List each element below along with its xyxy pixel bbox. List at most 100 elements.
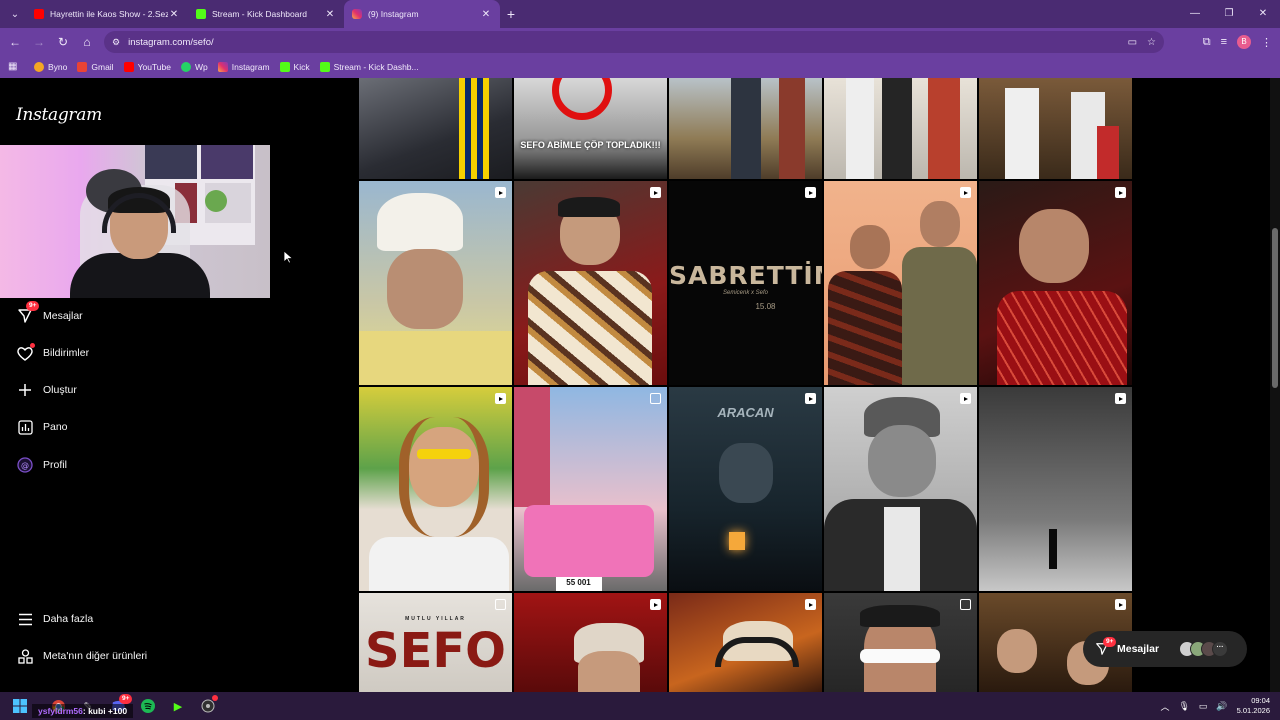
- sidebar-item-label: Oluştur: [43, 384, 77, 396]
- apps-grid-icon[interactable]: ▦: [8, 61, 20, 73]
- clock-date: 5.01.2026: [1236, 706, 1270, 715]
- microphone-icon[interactable]: 🎙: [1178, 701, 1189, 712]
- obs-icon[interactable]: [196, 694, 220, 718]
- new-tab-button[interactable]: +: [500, 6, 522, 22]
- tab-instagram[interactable]: (9) Instagram ✕: [344, 0, 500, 28]
- volume-icon[interactable]: 🔊: [1216, 701, 1227, 712]
- back-icon[interactable]: ←: [3, 35, 27, 49]
- bookmark-wp[interactable]: Wp: [180, 62, 208, 72]
- instagram-logo[interactable]: Instagram: [16, 105, 102, 125]
- bookmark-instagram[interactable]: Instagram: [217, 62, 270, 72]
- post-tile[interactable]: [979, 78, 1132, 179]
- recording-dot: [212, 695, 218, 701]
- bookmark-kick-dashboard[interactable]: Stream - Kick Dashb...: [319, 62, 419, 72]
- sidebar-item-olustur[interactable]: Oluştur: [16, 379, 77, 401]
- scrollbar-thumb[interactable]: [1272, 228, 1278, 388]
- bookmark-label: YouTube: [137, 62, 171, 72]
- post-tile[interactable]: [824, 387, 977, 591]
- tab-search-button[interactable]: ⌄: [4, 3, 26, 25]
- sidebar-item-pano[interactable]: Pano: [16, 416, 68, 438]
- clock[interactable]: 09:04 5.01.2026: [1237, 696, 1270, 716]
- carousel-icon: [960, 599, 971, 610]
- spotify-icon[interactable]: [136, 694, 160, 718]
- sefo-title: SEFO: [365, 623, 506, 679]
- webcam-overlay: [0, 145, 270, 298]
- tab-title: (9) Instagram: [368, 9, 419, 19]
- stream-chat-overlay: ysfyldrm56: kubi +100: [32, 704, 134, 718]
- meta-products-icon: [16, 647, 34, 665]
- reload-icon[interactable]: ↻: [51, 35, 75, 49]
- media-control-icon[interactable]: ≡: [1221, 36, 1227, 48]
- close-window-icon[interactable]: ✕: [1246, 0, 1280, 28]
- kick-studio-icon[interactable]: ▶: [166, 694, 190, 718]
- discord-badge: 9+: [119, 694, 133, 704]
- whatsapp-icon: [180, 62, 191, 72]
- restore-icon[interactable]: ❐: [1212, 0, 1246, 28]
- reel-icon: [650, 187, 661, 198]
- minimize-icon[interactable]: —: [1178, 0, 1212, 28]
- post-tile[interactable]: [359, 387, 512, 591]
- tab-kick[interactable]: Stream - Kick Dashboard ✕: [188, 0, 344, 28]
- post-tile[interactable]: [669, 593, 822, 692]
- bookmark-kick[interactable]: Kick: [279, 62, 310, 72]
- post-tile[interactable]: SABRETTİM Semicenk x Sefo 15.08: [669, 181, 822, 385]
- post-tile[interactable]: SEFO ABİMLE ÇÖP TOPLADIK!!!: [514, 78, 667, 179]
- dashboard-icon: [16, 418, 34, 436]
- display-icon[interactable]: ▭: [1199, 701, 1208, 712]
- sidebar-item-meta-products[interactable]: Meta'nın diğer ürünleri: [16, 645, 147, 667]
- post-tile[interactable]: MUTLU YILLAR SEFO: [359, 593, 512, 692]
- messages-badge: 9+: [1103, 637, 1117, 647]
- post-tile[interactable]: [824, 181, 977, 385]
- page-scrollbar[interactable]: [1270, 78, 1280, 692]
- bookmark-gmail[interactable]: Gmail: [77, 62, 114, 72]
- close-icon[interactable]: ✕: [324, 9, 336, 20]
- sidebar-item-profil[interactable]: @ Profil: [16, 454, 67, 476]
- star-icon[interactable]: ☆: [1147, 37, 1156, 48]
- windows-start-icon[interactable]: [8, 694, 32, 718]
- post-tile[interactable]: [359, 181, 512, 385]
- post-tile[interactable]: 55 001: [514, 387, 667, 591]
- cast-icon[interactable]: ▭: [1128, 37, 1137, 48]
- chevron-up-icon[interactable]: ︿: [1160, 700, 1169, 713]
- byno-icon: [34, 62, 44, 72]
- bookmark-label: Stream - Kick Dashb...: [333, 62, 419, 72]
- profile-avatar[interactable]: B: [1237, 35, 1251, 49]
- post-tile[interactable]: [979, 387, 1132, 591]
- forward-icon[interactable]: →: [27, 35, 51, 49]
- sidebar-item-mesajlar[interactable]: 9+ Mesajlar: [16, 301, 83, 327]
- recent-chat-avatars: ···: [1179, 641, 1229, 657]
- reel-icon: [960, 187, 971, 198]
- bookmark-youtube[interactable]: YouTube: [123, 62, 171, 72]
- menu-icon[interactable]: ⋮: [1261, 36, 1272, 49]
- messages-floating-button[interactable]: 9+ Mesajlar ···: [1083, 631, 1247, 667]
- instagram-sidebar: Instagram 9+ Mesajlar Bildirimler Oluştu…: [0, 78, 290, 692]
- site-info-icon[interactable]: ⚙: [112, 37, 120, 48]
- sidebar-item-daha-fazla[interactable]: Daha fazla: [16, 608, 93, 630]
- close-icon[interactable]: ✕: [480, 9, 492, 20]
- bookmark-byno[interactable]: Byno: [34, 62, 67, 72]
- kick-icon: [319, 62, 330, 72]
- post-tile[interactable]: [824, 78, 977, 179]
- sabrettim-date: 15.08: [755, 302, 776, 311]
- post-tile[interactable]: [514, 181, 667, 385]
- messenger-icon: 9+: [16, 301, 40, 325]
- sidebar-item-bildirimler[interactable]: Bildirimler: [16, 342, 89, 364]
- close-icon[interactable]: ✕: [168, 9, 180, 20]
- gmail-icon: [77, 62, 88, 72]
- address-bar[interactable]: ⚙ instagram.com/sefo/ ▭ ☆: [104, 31, 1164, 53]
- messages-badge: 9+: [26, 301, 40, 311]
- extensions-icon[interactable]: ⧉: [1203, 36, 1211, 49]
- system-tray: ︿ 🎙 ▭ 🔊 09:04 5.01.2026: [1160, 692, 1270, 720]
- post-tile[interactable]: [514, 593, 667, 692]
- tab-hayrettin[interactable]: Hayrettin ile Kaos Show - 2.Sez ✕: [26, 0, 188, 28]
- post-tile[interactable]: ARACAN: [669, 387, 822, 591]
- youtube-icon: [34, 9, 44, 19]
- toolbar-right: ⧉ ≡ B ⋮: [1203, 28, 1272, 56]
- url-text: instagram.com/sefo/: [128, 36, 214, 48]
- post-tile[interactable]: [669, 78, 822, 179]
- post-tile[interactable]: [979, 181, 1132, 385]
- post-tile[interactable]: [359, 78, 512, 179]
- tab-strip: ⌄ Hayrettin ile Kaos Show - 2.Sez ✕ Stre…: [0, 0, 1280, 28]
- home-icon[interactable]: ⌂: [75, 35, 99, 49]
- post-tile[interactable]: [824, 593, 977, 692]
